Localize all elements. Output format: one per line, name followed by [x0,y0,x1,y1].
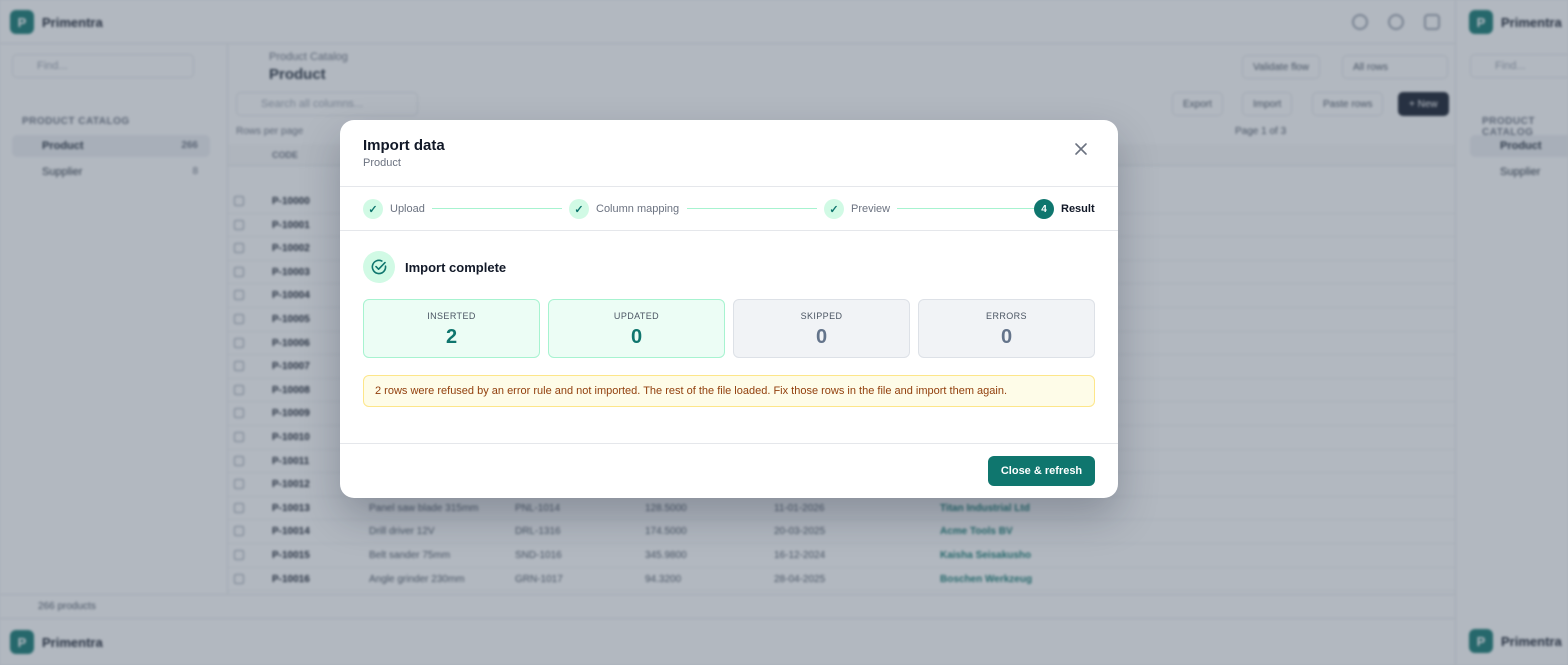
divider [340,186,1118,187]
import-dialog: Import data Product ✓ Upload ✓ Column ma… [340,120,1118,498]
result-title: Import complete [405,260,507,275]
divider [340,230,1118,231]
stat-value: 2 [445,326,458,348]
dialog-title: Import data [363,137,445,154]
step-connector [897,208,1034,209]
step-connector [432,208,562,209]
warning-message: 2 rows were refused by an error rule and… [363,375,1095,407]
stat-label: UPDATED [613,311,660,321]
success-icon [363,251,395,283]
stat-label: INSERTED [427,311,476,321]
step-column-mapping: Column mapping [596,203,680,215]
stat-value: 0 [1000,326,1013,348]
dialog-subtitle: Product [363,157,401,169]
stat-value: 0 [815,326,828,348]
stat-updated: UPDATED 0 [548,299,725,358]
stat-value: 0 [630,326,643,348]
step-preview: Preview [851,203,891,215]
step-result: Result [1061,203,1095,215]
stat-label: ERRORS [986,311,1027,321]
step-connector [687,208,817,209]
stat-errors: ERRORS 0 [918,299,1095,358]
close-icon [1075,143,1087,155]
step-upload: Upload [390,203,425,215]
step-check-icon: ✓ [569,199,589,219]
step-number-badge: 4 [1034,199,1054,219]
close-refresh-button[interactable]: Close & refresh [988,456,1095,486]
divider [340,443,1118,444]
close-icon[interactable] [1071,141,1091,161]
step-check-icon: ✓ [824,199,844,219]
check-circle-icon [371,259,387,275]
stat-label: SKIPPED [800,311,843,321]
stat-skipped: SKIPPED 0 [733,299,910,358]
step-check-icon: ✓ [363,199,383,219]
stat-inserted: INSERTED 2 [363,299,540,358]
